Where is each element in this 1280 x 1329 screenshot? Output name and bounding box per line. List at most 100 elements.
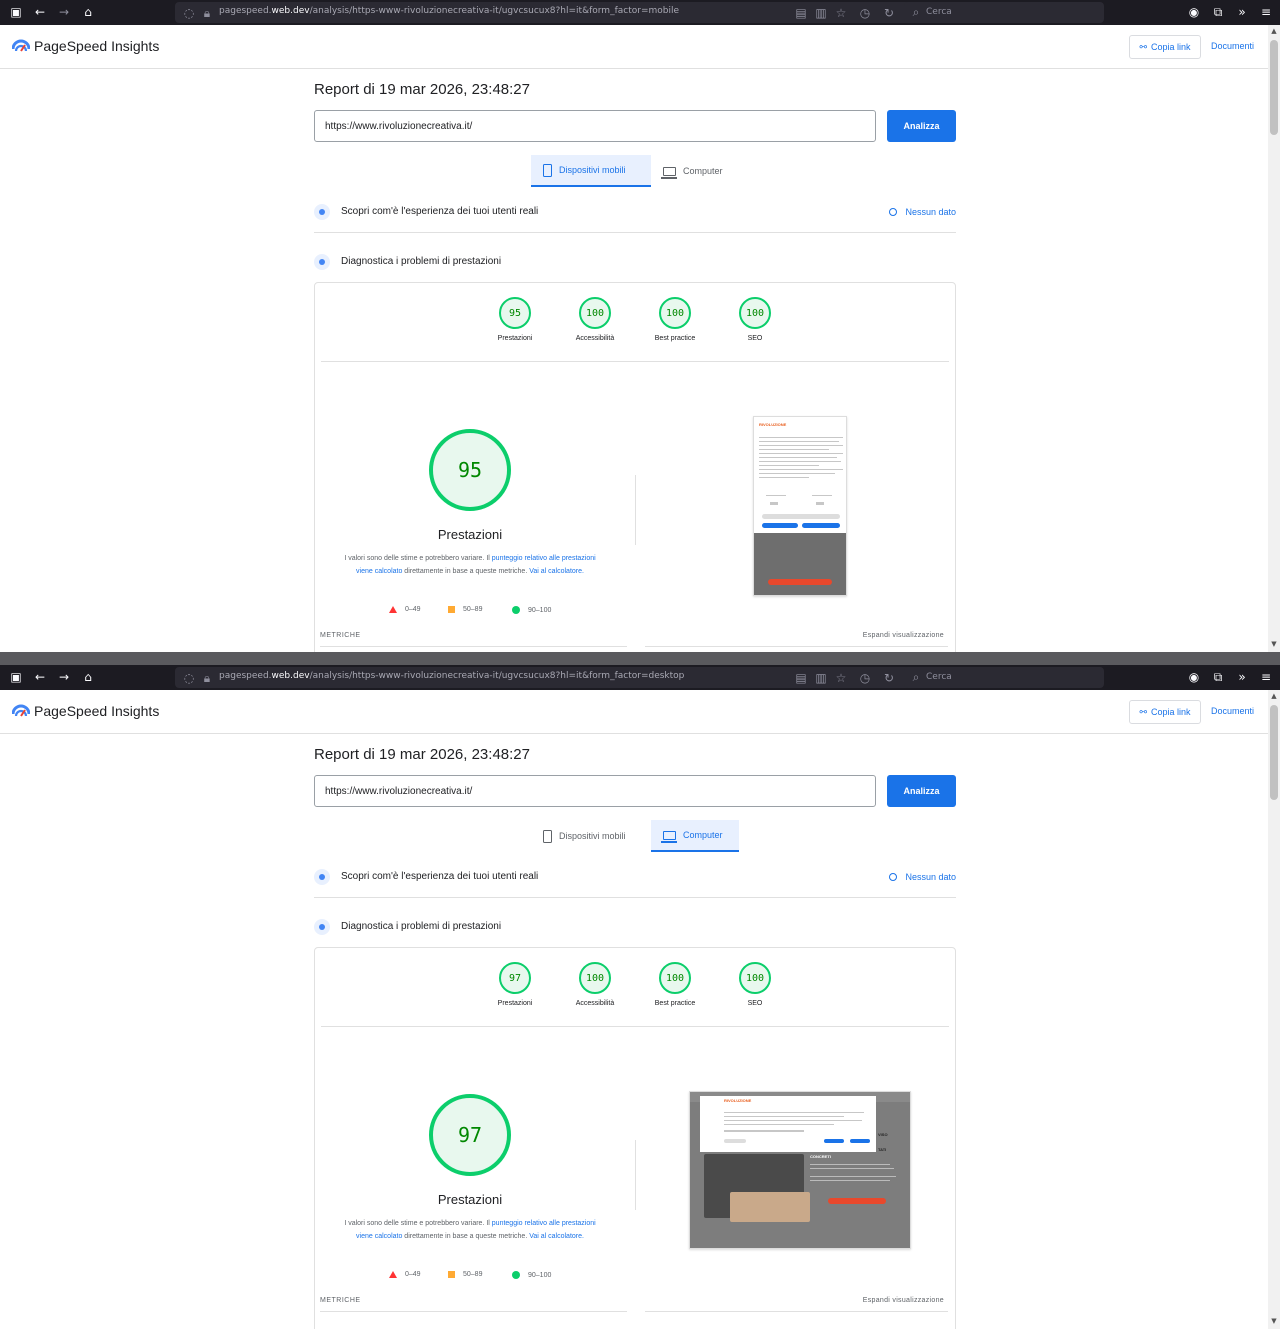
scroll-down-icon[interactable]: ▼ xyxy=(1269,1317,1279,1327)
copy-link-button[interactable]: ⚯ Copia link xyxy=(1129,35,1201,59)
search-box[interactable]: ⌕ Cerca xyxy=(904,667,1104,688)
lock-icon[interactable]: 🔒︎ xyxy=(199,670,215,686)
search-box[interactable]: ⌕ Cerca xyxy=(904,2,1104,23)
gauge-score: 100 xyxy=(659,297,691,329)
home-icon[interactable]: ⌂ xyxy=(80,669,96,685)
lighthouse-icon xyxy=(314,919,330,935)
gauge-label: SEO xyxy=(747,335,763,342)
back-icon[interactable]: ← xyxy=(32,4,48,20)
analyze-button[interactable]: Analizza xyxy=(887,775,956,807)
search-icon: ⌕ xyxy=(912,4,920,19)
app-title[interactable]: PageSpeed Insights xyxy=(34,703,159,719)
screenshot-mobile: ▣ ← → ⌂ ◌ 🔒︎ pagespeed.web.dev/analysis/… xyxy=(0,0,1280,652)
gauge-seo[interactable]: 100 SEO xyxy=(715,297,795,342)
legend-pass: 90–100 xyxy=(528,606,552,614)
expand-view-toggle[interactable]: Espandi visualizzazione xyxy=(863,632,944,639)
account-icon[interactable]: ◉ xyxy=(1186,669,1202,685)
forward-icon[interactable]: → xyxy=(56,4,72,20)
metrics-underline xyxy=(645,1311,948,1312)
pagespeed-logo-icon[interactable] xyxy=(12,704,30,718)
metrics-underline xyxy=(320,646,627,647)
link-icon: ⚯ xyxy=(1139,41,1147,52)
gauge-performance[interactable]: 95 Prestazioni xyxy=(475,297,555,342)
url-text[interactable]: pagespeed.web.dev/analysis/https-www-riv… xyxy=(219,6,679,16)
tab-desktop[interactable]: Computer xyxy=(651,820,739,852)
gauge-accessibility[interactable]: 100 Accessibilità xyxy=(555,297,635,342)
browser-toolbar: ▣ ← → ⌂ ◌ 🔒︎ pagespeed.web.dev/analysis/… xyxy=(0,0,1280,25)
bookmark-star-icon[interactable]: ☆ xyxy=(833,5,849,21)
sidebar-icon[interactable]: ▣ xyxy=(8,4,24,20)
tab-desktop[interactable]: Computer xyxy=(651,155,741,187)
screenshot-icon[interactable]: ▥ xyxy=(813,670,829,686)
scroll-down-icon[interactable]: ▼ xyxy=(1269,640,1279,650)
tab-mobile[interactable]: Dispositivi mobili xyxy=(531,155,651,187)
real-users-section[interactable]: Scopri com'è l'esperienza dei tuoi utent… xyxy=(314,203,956,223)
tab-mobile[interactable]: Dispositivi mobili xyxy=(531,820,651,852)
scroll-thumb[interactable] xyxy=(1270,40,1278,135)
scroll-up-icon[interactable]: ▲ xyxy=(1269,692,1279,702)
url-text[interactable]: pagespeed.web.dev/analysis/https-www-riv… xyxy=(219,671,684,681)
lock-icon[interactable]: 🔒︎ xyxy=(199,5,215,21)
analyze-button[interactable]: Analizza xyxy=(887,110,956,142)
sidebar-icon[interactable]: ▣ xyxy=(8,669,24,685)
reload-icon[interactable]: ↻ xyxy=(881,5,897,21)
metrics-heading: METRICHE xyxy=(320,632,361,639)
history-icon[interactable]: ◷ xyxy=(857,670,873,686)
account-icon[interactable]: ◉ xyxy=(1186,4,1202,20)
overflow-icon[interactable]: » xyxy=(1234,4,1250,20)
no-data-link[interactable]: Nessun dato xyxy=(889,207,956,217)
no-data-label: Nessun dato xyxy=(905,207,956,217)
gauge-best-practices[interactable]: 100 Best practice xyxy=(635,297,715,342)
mobile-screenshot-thumbnail[interactable]: RIVOLUZIONE xyxy=(753,416,847,596)
copy-link-label: Copia link xyxy=(1151,707,1191,717)
docs-link[interactable]: Documenti xyxy=(1211,706,1254,716)
reader-icon[interactable]: ▤ xyxy=(793,5,809,21)
gauge-score: 100 xyxy=(739,962,771,994)
shield-icon[interactable]: ◌ xyxy=(181,5,197,21)
reader-icon[interactable]: ▤ xyxy=(793,670,809,686)
back-icon[interactable]: ← xyxy=(32,669,48,685)
desktop-screenshot-thumbnail[interactable]: RIVOLUZIONE VISO TATI CONCRETI xyxy=(689,1091,911,1249)
menu-icon[interactable]: ≡ xyxy=(1258,669,1274,685)
psi-header: PageSpeed Insights ⚯ Copia link Documenti xyxy=(0,25,1268,69)
pass-circle-icon xyxy=(512,606,520,614)
scroll-up-icon[interactable]: ▲ xyxy=(1269,27,1279,37)
no-data-link[interactable]: Nessun dato xyxy=(889,872,956,882)
history-icon[interactable]: ◷ xyxy=(857,5,873,21)
real-users-section[interactable]: Scopri com'è l'esperienza dei tuoi utent… xyxy=(314,868,956,888)
expand-view-toggle[interactable]: Espandi visualizzazione xyxy=(863,1297,944,1304)
metrics-underline xyxy=(645,646,948,647)
legend-pass: 90–100 xyxy=(528,1271,552,1279)
card-divider xyxy=(321,1026,949,1027)
scroll-thumb[interactable] xyxy=(1270,705,1278,800)
home-icon[interactable]: ⌂ xyxy=(80,4,96,20)
gauge-label: Best practice xyxy=(654,335,696,342)
screenshot-icon[interactable]: ▥ xyxy=(813,5,829,21)
gauge-performance[interactable]: 97 Prestazioni xyxy=(475,962,555,1007)
app-title[interactable]: PageSpeed Insights xyxy=(34,38,159,54)
gauge-best-practices[interactable]: 100 Best practice xyxy=(635,962,715,1007)
page-scrollbar[interactable]: ▲ ▼ xyxy=(1268,25,1280,652)
gauge-seo[interactable]: 100 SEO xyxy=(715,962,795,1007)
extensions-icon[interactable]: ⧉ xyxy=(1210,4,1226,20)
overflow-icon[interactable]: » xyxy=(1234,669,1250,685)
shield-icon[interactable]: ◌ xyxy=(181,670,197,686)
performance-big-gauge: 97 xyxy=(429,1094,511,1176)
gauge-accessibility[interactable]: 100 Accessibilità xyxy=(555,962,635,1007)
copy-link-button[interactable]: ⚯ Copia link xyxy=(1129,700,1201,724)
bookmark-star-icon[interactable]: ☆ xyxy=(833,670,849,686)
docs-link[interactable]: Documenti xyxy=(1211,41,1254,51)
forward-icon[interactable]: → xyxy=(56,669,72,685)
pagespeed-logo-icon[interactable] xyxy=(12,39,30,53)
url-input[interactable]: https://www.rivoluzionecreativa.it/ xyxy=(314,110,876,142)
url-input[interactable]: https://www.rivoluzionecreativa.it/ xyxy=(314,775,876,807)
extensions-icon[interactable]: ⧉ xyxy=(1210,669,1226,685)
real-users-title: Scopri com'è l'esperienza dei tuoi utent… xyxy=(341,206,539,217)
page-scrollbar[interactable]: ▲ ▼ xyxy=(1268,690,1280,1329)
menu-icon[interactable]: ≡ xyxy=(1258,4,1274,20)
reload-icon[interactable]: ↻ xyxy=(881,670,897,686)
legend-average: 50–89 xyxy=(463,1271,483,1278)
lighthouse-card: 97 Prestazioni 100 Accessibilità 100 Bes… xyxy=(314,947,956,1329)
calculator-link[interactable]: Vai al calcolatore. xyxy=(529,1233,584,1240)
calculator-link[interactable]: Vai al calcolatore. xyxy=(529,568,584,575)
